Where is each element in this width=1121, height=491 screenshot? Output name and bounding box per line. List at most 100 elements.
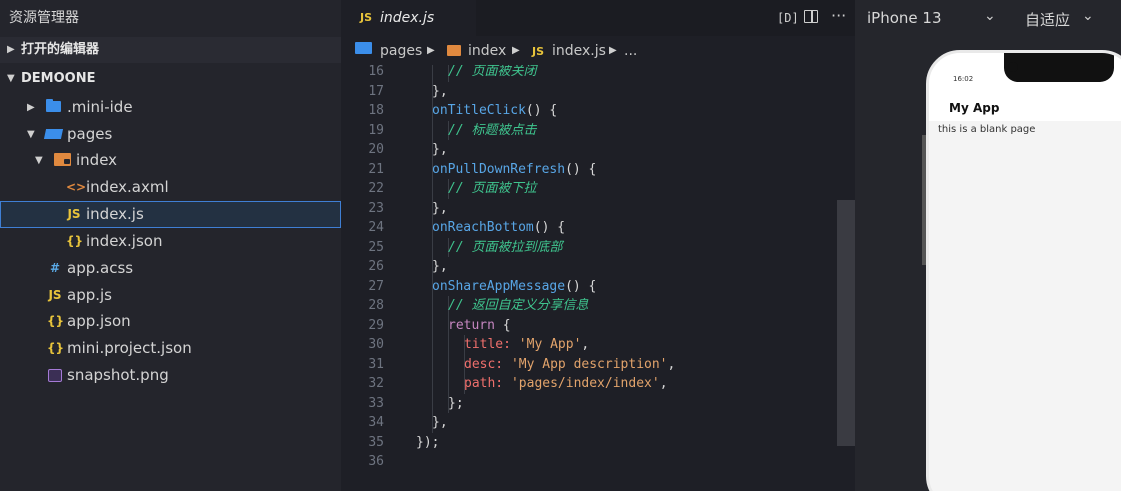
debug-icon[interactable]: [D] — [777, 11, 799, 25]
tree-item-label: app.acss — [67, 259, 134, 277]
code-token: // 页面被下拉 — [448, 181, 537, 196]
code-token: }, — [432, 259, 448, 274]
breadcrumb-item-more[interactable]: ... — [624, 43, 637, 59]
line-number: 25 — [368, 239, 384, 255]
scale-select[interactable]: 自适应 — [1025, 9, 1070, 30]
split-divider — [811, 10, 813, 23]
explorer-title: 资源管理器 — [9, 10, 79, 26]
code-token: , — [659, 376, 668, 391]
project-section[interactable]: ▼ DEMOONE — [0, 66, 341, 92]
chevron-down-icon[interactable]: ⌄ — [1082, 8, 1094, 24]
indent-guide — [432, 335, 433, 355]
tree-item-label: index.js — [86, 205, 144, 223]
tree-item-snapshot-png[interactable]: snapshot.png — [0, 362, 341, 389]
code-token: () { — [525, 103, 558, 118]
code-line[interactable]: 30 title: 'My App', — [341, 335, 841, 355]
code-line[interactable]: 25 // 页面被拉到底部 — [341, 237, 841, 258]
editor-scrollbar[interactable] — [837, 200, 855, 446]
open-editors-section[interactable]: ▶ 打开的编辑器 — [0, 37, 341, 63]
code-text: }, — [432, 257, 448, 277]
chevron-down-icon[interactable]: ⌄ — [984, 8, 996, 24]
chevron-down-icon: ▼ — [35, 155, 43, 166]
line-number: 29 — [368, 317, 384, 333]
code-line[interactable]: 24 onReachBottom() { — [341, 218, 841, 238]
code-line[interactable]: 22 // 页面被下拉 — [341, 179, 841, 199]
code-text: // 页面被拉到底部 — [448, 238, 562, 258]
breadcrumb-item-pages[interactable]: pages — [380, 43, 422, 59]
indent-guide — [432, 237, 433, 257]
phone-simulator[interactable]: 16:02 My App this is a blank page — [926, 50, 1121, 491]
chevron-down-icon: ▼ — [7, 73, 15, 84]
tree-item-mini-project-json[interactable]: {} mini.project.json — [0, 335, 341, 362]
code-line[interactable]: 18 onTitleClick() { — [341, 101, 841, 121]
code-line[interactable]: 32 path: 'pages/index/index', — [341, 374, 841, 394]
tree-item-pages[interactable]: ▼ pages — [0, 121, 341, 148]
code-line[interactable]: 33}; — [341, 393, 841, 414]
code-line[interactable]: 23}, — [341, 198, 841, 218]
line-number: 28 — [368, 298, 384, 313]
tree-item-index-json[interactable]: {} index.json — [0, 228, 341, 255]
breadcrumb-item-file[interactable]: index.js — [552, 43, 606, 59]
line-number: 22 — [368, 181, 384, 196]
indent-guide — [432, 374, 433, 394]
indent-guide — [448, 374, 449, 394]
breadcrumb-item-index[interactable]: index — [468, 43, 506, 59]
code-token: desc: — [464, 356, 504, 372]
code-line[interactable]: 34}, — [341, 413, 841, 433]
indent-guide — [432, 315, 433, 335]
code-line[interactable]: 29 return { — [341, 315, 841, 336]
more-icon[interactable]: ··· — [831, 6, 846, 25]
tree-item-app-acss[interactable]: # app.acss — [0, 255, 341, 282]
tree-item-label: index.json — [86, 232, 163, 250]
code-token: path: — [464, 376, 504, 391]
code-editor[interactable]: 16// 页面被关闭 17}, 18 onTitleClick() {19// 标题被… — [341, 65, 855, 491]
code-token: // 页面被关闭 — [448, 65, 537, 79]
chevron-right-icon: ▶ — [7, 44, 15, 55]
code-line[interactable]: 27 onShareAppMessage() { — [341, 276, 841, 297]
explorer-sidebar: 资源管理器 ▶ 打开的编辑器 ▼ DEMOONE ▶ .mini-ide ▼ p… — [0, 0, 341, 491]
code-line[interactable]: 20}, — [341, 140, 841, 160]
code-line[interactable]: 16 // 页面被关闭 — [341, 65, 841, 82]
code-line[interactable]: 19 // 标题被点击 — [341, 120, 841, 140]
tree-item-mini-ide[interactable]: ▶ .mini-ide — [0, 94, 341, 121]
code-token: 'My App' — [518, 337, 582, 352]
code-line[interactable]: 31 desc: 'My App description', — [341, 354, 841, 374]
code-text: }, — [432, 140, 448, 160]
open-editors-label: 打开的编辑器 — [21, 42, 100, 57]
code-text: path: 'pages/index/index', — [464, 374, 668, 394]
code-text: onShareAppMessage() { — [432, 277, 596, 297]
code-token: // 返回自定义分享信息 — [448, 298, 589, 313]
indent-guide — [448, 335, 449, 355]
code-token: () { — [565, 278, 597, 294]
device-select[interactable]: iPhone 13 — [867, 9, 942, 27]
json-file-icon: {} — [47, 314, 65, 328]
code-line[interactable]: 35}); — [341, 433, 841, 453]
tree-item-index-axml[interactable]: <> index.axml — [0, 174, 341, 201]
code-line[interactable]: 26}, — [341, 257, 841, 277]
line-number: 34 — [368, 415, 384, 430]
code-text: return { — [448, 316, 511, 336]
tree-item-index-js[interactable]: JS index.js — [0, 201, 341, 228]
code-token: }); — [416, 434, 440, 450]
tree-item-app-json[interactable]: {} app.json — [0, 308, 341, 335]
chevron-right-icon: ▶ — [512, 45, 520, 56]
tab-index-js[interactable]: JS index.js — [341, 0, 476, 36]
line-number: 26 — [368, 259, 384, 274]
phone-notch — [1004, 53, 1114, 82]
line-number: 18 — [368, 103, 384, 118]
chevron-right-icon: ▶ — [27, 102, 35, 113]
code-token: // 页面被拉到底部 — [448, 239, 563, 255]
code-text: }; — [448, 394, 464, 414]
tree-item-label: index.axml — [86, 178, 169, 196]
code-line[interactable]: 28 // 返回自定义分享信息 — [341, 296, 841, 316]
indent-guide — [432, 65, 433, 82]
line-number: 32 — [368, 376, 384, 391]
code-line[interactable]: 17}, — [341, 81, 841, 101]
code-token: 'pages/index/index' — [510, 376, 660, 391]
code-line[interactable]: 36 — [341, 452, 841, 472]
code-line[interactable]: 21 onPullDownRefresh() { — [341, 159, 841, 179]
tree-item-app-js[interactable]: JS app.js — [0, 282, 341, 309]
tree-item-index-folder[interactable]: ▼ index — [0, 147, 341, 174]
tree-item-label: .mini-ide — [67, 98, 133, 116]
folder-open-icon — [43, 129, 64, 139]
